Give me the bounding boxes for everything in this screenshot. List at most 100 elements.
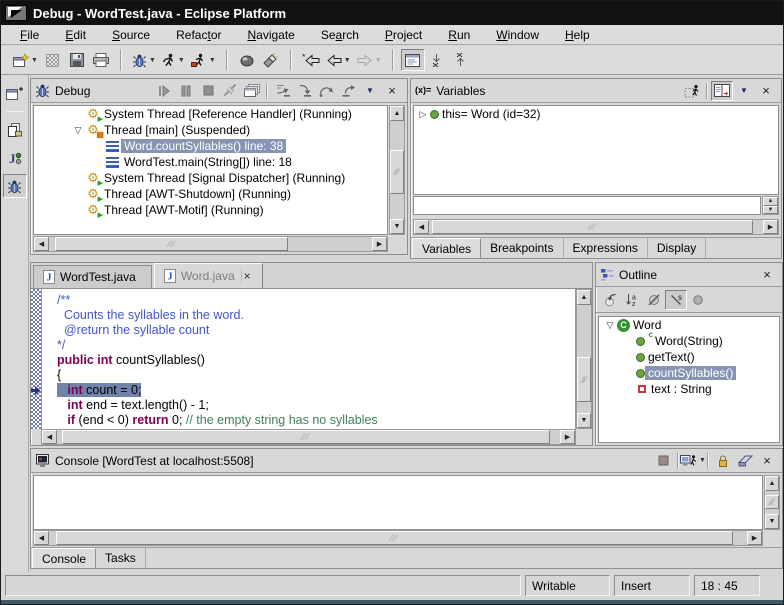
code-line[interactable]: int end = text.length() - 1;: [43, 398, 575, 413]
run-button[interactable]: ▼: [159, 49, 188, 71]
menu-help[interactable]: Help: [552, 26, 603, 44]
scrollbar-thumb[interactable]: ⁄⁄⁄: [56, 531, 733, 545]
new-wizard-button[interactable]: ▼: [10, 49, 41, 71]
dropdown-arrow-icon[interactable]: ▼: [31, 57, 38, 64]
window-menu-icon[interactable]: [5, 5, 27, 21]
scroll-up-icon[interactable]: ▲: [577, 290, 591, 305]
code-line-current[interactable]: int count = 0;: [43, 383, 575, 398]
code-line[interactable]: {: [43, 368, 575, 383]
code-line[interactable]: if (end < 0) return 0; // the empty stri…: [43, 413, 575, 428]
scrollbar-thumb[interactable]: ⁄⁄⁄: [390, 150, 404, 194]
tree-item[interactable]: cWord(String): [599, 333, 779, 349]
close-button[interactable]: ×: [381, 81, 403, 101]
code-line[interactable]: @return the syllable count: [43, 323, 575, 338]
close-icon[interactable]: ×: [241, 269, 253, 283]
hide-static-button[interactable]: s: [665, 290, 687, 310]
variables-horizontal-scrollbar[interactable]: ◀ ⁄⁄⁄ ▶: [413, 219, 779, 235]
tree-item[interactable]: ▷this= Word (id=32): [414, 106, 778, 122]
scroll-right-icon[interactable]: ▶: [560, 430, 575, 444]
editor-horizontal-scrollbar[interactable]: ◀ ⁄⁄⁄ ▶: [41, 429, 576, 445]
step-into-button[interactable]: [293, 81, 315, 101]
external-tools-button[interactable]: ▼: [188, 49, 219, 71]
dropdown-arrow-icon[interactable]: ▼: [178, 57, 185, 64]
code-line[interactable]: /**: [43, 293, 575, 308]
scrollbar-thumb[interactable]: ⁄⁄⁄: [55, 237, 288, 251]
console-output[interactable]: [33, 475, 763, 530]
menu-edit[interactable]: Edit: [52, 26, 99, 44]
debug-vertical-scrollbar[interactable]: ▲ ⁄⁄⁄ ▼: [389, 105, 405, 235]
tab-expressions[interactable]: Expressions: [564, 238, 648, 258]
tab-display[interactable]: Display: [648, 238, 706, 258]
save-all-button[interactable]: [41, 49, 65, 71]
close-button[interactable]: ×: [755, 81, 777, 101]
menu-refactor[interactable]: Refactor: [163, 26, 234, 44]
close-button[interactable]: ×: [756, 451, 778, 471]
tree-item[interactable]: ⚙▶Thread [AWT-Shutdown] (Running): [34, 186, 387, 202]
detail-pane-scrollbar[interactable]: ▲▼: [762, 196, 779, 215]
tree-item[interactable]: Word.countSyllables() line: 38: [34, 138, 387, 154]
scroll-down-icon[interactable]: ▼: [390, 219, 404, 234]
close-button[interactable]: ×: [756, 265, 778, 285]
console-vertical-scrollbar[interactable]: ▲ ⁄⁄⁄ ▼: [764, 475, 780, 530]
scroll-right-icon[interactable]: ▶: [747, 531, 762, 545]
code-line[interactable]: */: [43, 338, 575, 353]
editor-code-area[interactable]: /** Counts the syllables in the word. @r…: [31, 289, 576, 429]
scroll-left-icon[interactable]: ◀: [34, 531, 49, 545]
scroll-up-icon[interactable]: ▲: [390, 106, 404, 121]
java-perspective-button[interactable]: J: [3, 146, 27, 170]
toggle-editor-button[interactable]: [401, 49, 425, 71]
menu-file[interactable]: File: [7, 26, 52, 44]
next-annotation-button[interactable]: [425, 49, 449, 71]
dropdown-arrow-icon[interactable]: ▼: [149, 57, 156, 64]
step-over-button[interactable]: [315, 81, 337, 101]
tree-item[interactable]: countSyllables(): [599, 365, 779, 381]
scroll-down-icon[interactable]: ▼: [763, 206, 778, 215]
sort-az-button[interactable]: az: [621, 290, 643, 310]
editor-marker-bar[interactable]: [31, 289, 42, 429]
debug-button[interactable]: ▼: [129, 49, 159, 71]
console-horizontal-scrollbar[interactable]: ◀ ⁄⁄⁄ ▶: [33, 530, 763, 546]
resource-perspective-button[interactable]: [3, 118, 27, 142]
editor-tab-wordtest-java[interactable]: JWordTest.java: [33, 265, 152, 288]
editor-tab-word-java[interactable]: JWord.java×: [154, 263, 263, 288]
scroll-left-icon[interactable]: ◀: [34, 237, 49, 251]
scroll-up-icon[interactable]: ▲: [765, 476, 779, 491]
hide-nonpublic-button[interactable]: [687, 290, 709, 310]
debug-horizontal-scrollbar[interactable]: ◀ ⁄⁄⁄ ▶: [33, 236, 388, 252]
dropdown-arrow-icon[interactable]: ▼: [209, 57, 216, 64]
tree-item[interactable]: ▽CWord: [599, 317, 779, 333]
menu-project[interactable]: Project: [372, 26, 435, 44]
scroll-down-icon[interactable]: ▼: [765, 514, 779, 529]
show-type-names-button[interactable]: [681, 81, 703, 101]
debug-view-titlebar[interactable]: Debug ▼×: [31, 79, 407, 103]
scrollbar-thumb[interactable]: ⁄⁄⁄: [765, 495, 779, 509]
tab-breakpoints[interactable]: Breakpoints: [481, 238, 563, 258]
search-button[interactable]: [259, 49, 283, 71]
terminate-button[interactable]: [197, 81, 219, 101]
hide-fields-button[interactable]: [643, 290, 665, 310]
terminate-button[interactable]: [652, 451, 674, 471]
back-to-last-edit-button[interactable]: *: [299, 49, 323, 71]
tree-item[interactable]: ⚙▶System Thread [Signal Dispatcher] (Run…: [34, 170, 387, 186]
scrollbar-thumb[interactable]: ⁄⁄⁄: [432, 220, 753, 234]
tree-item[interactable]: ⚙▶Thread [AWT-Motif] (Running): [34, 202, 387, 218]
scroll-down-icon[interactable]: ▼: [577, 413, 591, 428]
tree-item[interactable]: getText(): [599, 349, 779, 365]
scroll-lock-button[interactable]: [712, 451, 734, 471]
code-line[interactable]: public int countSyllables(): [43, 353, 575, 368]
select-console-button[interactable]: ▼: [682, 451, 704, 471]
show-detail-pane-button[interactable]: [711, 81, 733, 101]
dropdown-arrow-icon[interactable]: ▼: [375, 57, 382, 64]
print-button[interactable]: [89, 49, 113, 71]
debug-perspective-button[interactable]: [3, 174, 27, 198]
tab-console[interactable]: Console: [32, 548, 96, 568]
forward-button[interactable]: ▼: [354, 49, 385, 71]
expander-open-icon[interactable]: ▽: [603, 320, 617, 331]
scroll-right-icon[interactable]: ▶: [372, 237, 387, 251]
tree-item[interactable]: ▽⚙▮▮Thread [main] (Suspended): [34, 122, 387, 138]
expander-closed-icon[interactable]: ▷: [416, 109, 430, 120]
console-view-titlebar[interactable]: Console [WordTest at localhost:5508] ▼×: [31, 449, 782, 473]
view-menu-button[interactable]: ▼: [733, 81, 755, 101]
editor-vertical-scrollbar[interactable]: ▲ ⁄⁄⁄ ▼: [576, 289, 592, 429]
tab-variables[interactable]: Variables: [412, 238, 481, 258]
